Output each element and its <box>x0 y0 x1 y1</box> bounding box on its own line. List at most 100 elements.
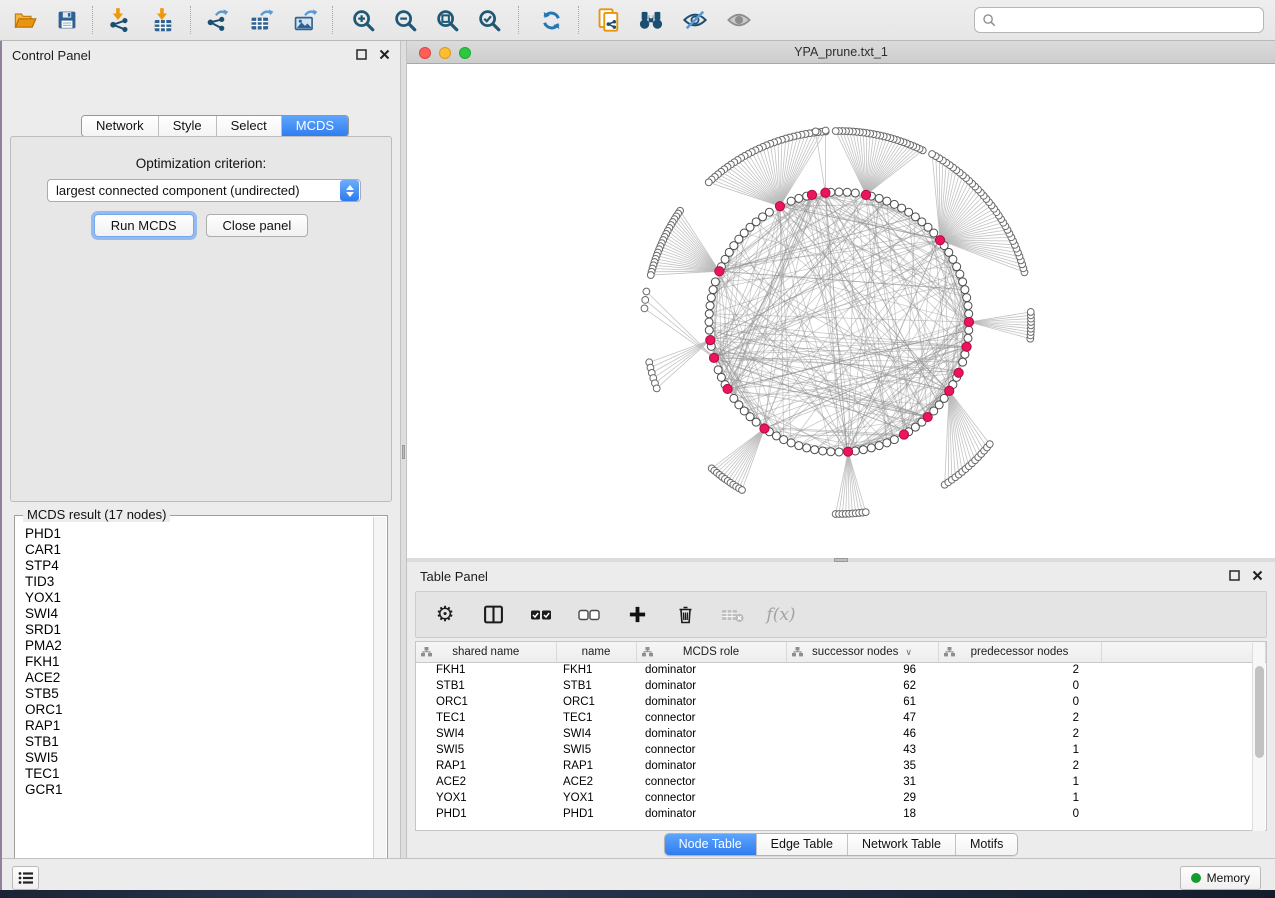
table-row[interactable]: RAP1RAP1dominator352 <box>416 758 1266 774</box>
save-session-icon[interactable] <box>50 5 84 35</box>
graph-node[interactable] <box>714 366 722 374</box>
hide-selected-eye-icon[interactable] <box>678 5 712 35</box>
graph-hub-node[interactable] <box>709 353 718 362</box>
table-row[interactable]: FKH1FKH1dominator962 <box>416 662 1266 678</box>
import-table-icon[interactable] <box>146 5 180 35</box>
graph-node[interactable] <box>883 197 891 205</box>
graph-leaf-node[interactable] <box>929 151 936 158</box>
graph-node[interactable] <box>819 447 827 455</box>
delete-rows-trash-icon[interactable] <box>672 602 698 628</box>
graph-node[interactable] <box>940 394 948 402</box>
mcds-result-item[interactable]: GCR1 <box>25 782 373 798</box>
tab-network[interactable]: Network <box>82 116 159 136</box>
mcds-result-item[interactable]: TID3 <box>25 574 373 590</box>
search-input[interactable] <box>997 10 1263 30</box>
tab-mcds[interactable]: MCDS <box>282 116 348 136</box>
mcds-result-item[interactable]: PHD1 <box>25 526 373 542</box>
graph-leaf-node[interactable] <box>653 385 660 392</box>
table-row[interactable]: PHD1PHD1dominator180 <box>416 806 1266 822</box>
mcds-result-item[interactable]: YOX1 <box>25 590 373 606</box>
graph-node[interactable] <box>835 188 843 196</box>
mcds-result-item[interactable]: SWI4 <box>25 606 373 622</box>
graph-node[interactable] <box>875 442 883 450</box>
tab-network-table[interactable]: Network Table <box>848 834 956 855</box>
column-header-shared-name[interactable]: shared name <box>416 642 556 662</box>
graph-node[interactable] <box>721 255 729 263</box>
table-row[interactable]: ORC1ORC1dominator610 <box>416 694 1266 710</box>
graph-leaf-node[interactable] <box>986 441 993 448</box>
optimization-criterion-dropdown[interactable]: largest connected component (undirected) <box>47 179 361 202</box>
column-header-predecessor-nodes[interactable]: predecessor nodes <box>938 642 1101 662</box>
graph-node[interactable] <box>890 200 898 208</box>
graph-node[interactable] <box>787 439 795 447</box>
mcds-list-scrollbar[interactable] <box>373 517 386 875</box>
graph-node[interactable] <box>752 418 760 426</box>
tab-edge-table[interactable]: Edge Table <box>757 834 848 855</box>
table-row[interactable]: TEC1TEC1connector472 <box>416 710 1266 726</box>
graph-node[interactable] <box>811 446 819 454</box>
zoom-in-icon[interactable] <box>346 5 380 35</box>
vertical-splitter[interactable] <box>400 41 407 858</box>
graph-node[interactable] <box>963 294 971 302</box>
graph-node[interactable] <box>959 358 967 366</box>
graph-leaf-node[interactable] <box>739 487 746 494</box>
graph-node[interactable] <box>959 278 967 286</box>
graph-node[interactable] <box>965 310 973 318</box>
column-header-MCDS-role[interactable]: MCDS role <box>636 642 786 662</box>
import-network-icon[interactable] <box>102 5 136 35</box>
graph-node[interactable] <box>875 194 883 202</box>
graph-hub-node[interactable] <box>760 424 769 433</box>
graph-node[interactable] <box>780 436 788 444</box>
export-table-icon[interactable] <box>244 5 278 35</box>
graph-leaf-node[interactable] <box>705 179 712 186</box>
table-row[interactable]: SWI4SWI4dominator462 <box>416 726 1266 742</box>
graph-node[interactable] <box>705 326 713 334</box>
graph-node[interactable] <box>956 270 964 278</box>
graph-leaf-node[interactable] <box>642 297 649 304</box>
graph-node[interactable] <box>843 188 851 196</box>
graph-hub-node[interactable] <box>807 190 816 199</box>
graph-node[interactable] <box>711 278 719 286</box>
float-panel-icon[interactable] <box>1229 570 1240 581</box>
splitter-grip[interactable] <box>402 445 405 459</box>
graph-node[interactable] <box>859 446 867 454</box>
mcds-result-item[interactable]: RAP1 <box>25 718 373 734</box>
zoom-selected-icon[interactable] <box>472 5 506 35</box>
table-row[interactable]: STB1STB1dominator620 <box>416 678 1266 694</box>
mcds-result-item[interactable]: STB5 <box>25 686 373 702</box>
mcds-result-item[interactable]: STP4 <box>25 558 373 574</box>
float-panel-icon[interactable] <box>356 49 367 60</box>
graph-leaf-node[interactable] <box>641 305 648 312</box>
zoom-fit-icon[interactable] <box>430 5 464 35</box>
table-scrollbar-thumb[interactable] <box>1255 666 1264 758</box>
graph-hub-node[interactable] <box>962 342 971 351</box>
graph-node[interactable] <box>795 194 803 202</box>
mcds-result-item[interactable]: STB1 <box>25 734 373 750</box>
graph-node[interactable] <box>964 334 972 342</box>
settings-gear-icon[interactable]: ⚙ <box>432 602 458 628</box>
graph-node[interactable] <box>717 373 725 381</box>
tab-node-table[interactable]: Node Table <box>665 834 757 855</box>
column-header-successor-nodes[interactable]: successor nodes∨ <box>786 642 938 662</box>
close-panel-icon[interactable] <box>379 49 390 60</box>
graph-hub-node[interactable] <box>861 190 870 199</box>
graph-node[interactable] <box>835 448 843 456</box>
mcds-result-item[interactable]: FKH1 <box>25 654 373 670</box>
graph-hub-node[interactable] <box>945 386 954 395</box>
graph-leaf-node[interactable] <box>1027 309 1034 316</box>
mcds-result-item[interactable]: ORC1 <box>25 702 373 718</box>
graph-hub-node[interactable] <box>935 236 944 245</box>
deselect-all-icon[interactable] <box>576 602 602 628</box>
mcds-result-item[interactable]: ACE2 <box>25 670 373 686</box>
mcds-result-list[interactable]: PHD1CAR1STP4TID3YOX1SWI4SRD1PMA2FKH1ACE2… <box>15 518 373 874</box>
graph-node[interactable] <box>898 204 906 212</box>
network-view-canvas[interactable] <box>407 64 1275 558</box>
graph-hub-node[interactable] <box>723 384 732 393</box>
table-row[interactable]: SWI5SWI5connector431 <box>416 742 1266 758</box>
graph-node[interactable] <box>803 444 811 452</box>
mcds-result-item[interactable]: TEC1 <box>25 766 373 782</box>
graph-leaf-node[interactable] <box>647 272 654 279</box>
graph-hub-node[interactable] <box>964 317 973 326</box>
show-all-eye-icon[interactable] <box>722 5 756 35</box>
select-all-icon[interactable] <box>528 602 554 628</box>
